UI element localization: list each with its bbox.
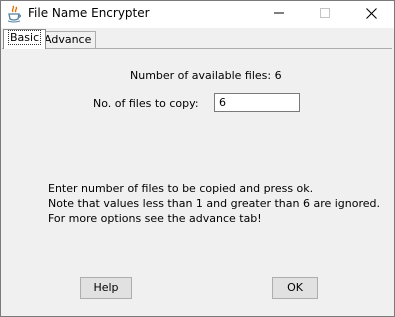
tab-advance[interactable]: Advance <box>39 31 97 48</box>
close-icon <box>365 7 377 22</box>
available-files-label: Number of available files: 6 <box>130 69 282 82</box>
tab-bar: Basic Advance <box>1 28 394 49</box>
instruction-line: Enter number of files to be copied and p… <box>48 182 314 195</box>
maximize-icon <box>320 8 330 21</box>
tab-advance-label: Advance <box>44 33 92 46</box>
tab-basic[interactable]: Basic <box>3 29 47 49</box>
files-to-copy-input[interactable]: 6 <box>214 93 300 112</box>
java-coffee-cup-icon <box>7 5 23 23</box>
tab-basic-label: Basic <box>8 30 42 45</box>
close-button[interactable] <box>348 1 394 28</box>
window-title: File Name Encrypter <box>28 6 150 20</box>
instructions-text: Enter number of files to be copied and p… <box>48 181 380 226</box>
ok-button[interactable]: OK <box>272 277 318 299</box>
maximize-button[interactable] <box>302 1 348 28</box>
title-bar[interactable]: File Name Encrypter <box>1 1 394 28</box>
minimize-icon <box>274 8 284 21</box>
minimize-button[interactable] <box>256 1 302 28</box>
instruction-line: Note that values less than 1 and greater… <box>48 197 381 210</box>
instruction-line: For more options see the advance tab! <box>48 212 262 225</box>
app-window: File Name Encrypter Basic Advance Number… <box>0 0 395 317</box>
files-to-copy-label: No. of files to copy: <box>93 97 199 110</box>
basic-panel: Number of available files: 6 No. of file… <box>2 48 392 315</box>
help-button[interactable]: Help <box>80 277 132 299</box>
